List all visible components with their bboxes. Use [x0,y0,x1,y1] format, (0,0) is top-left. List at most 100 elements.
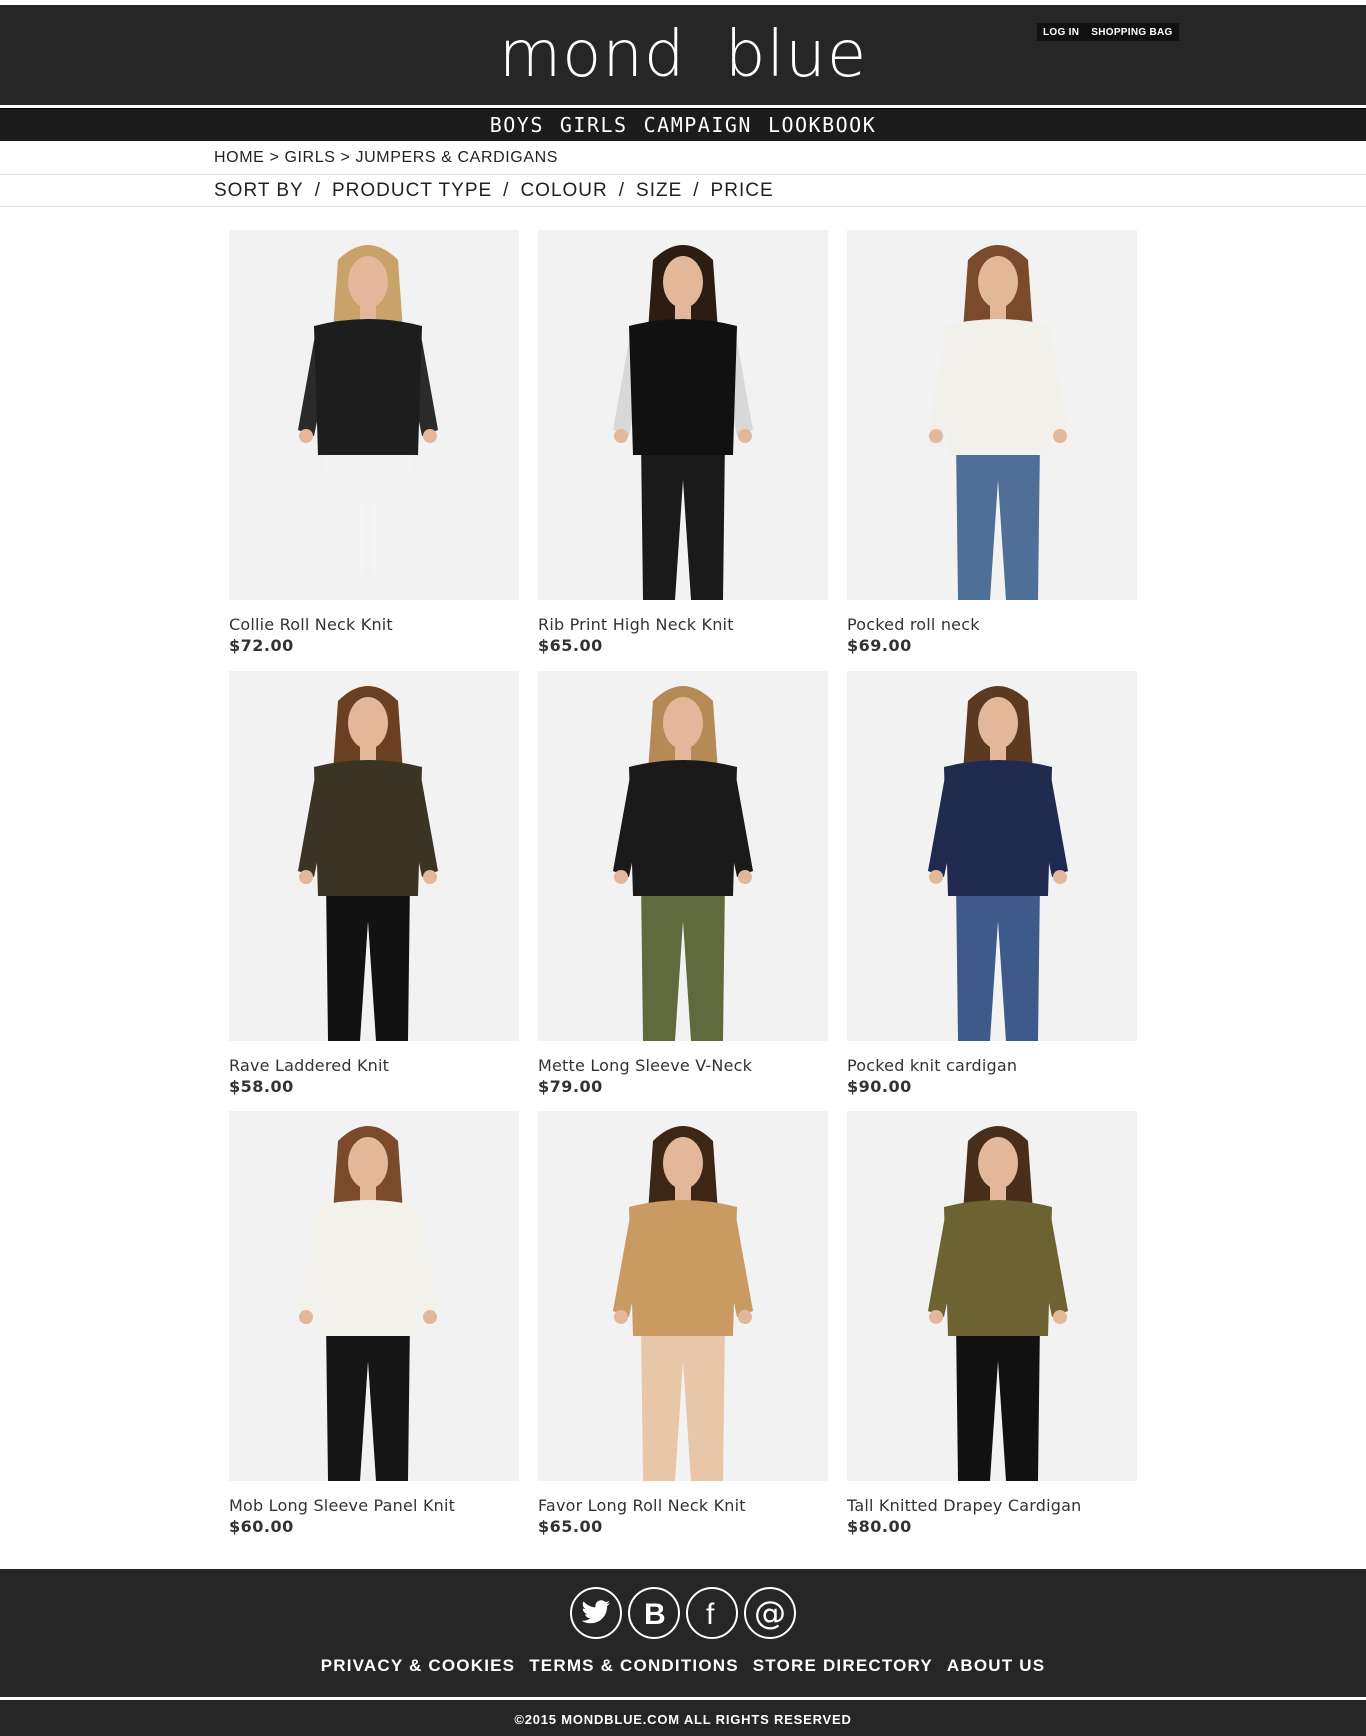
nav-girls[interactable]: GIRLS [560,113,628,137]
model-legs [956,440,1040,600]
privacy-cookies-link[interactable]: PRIVACY & COOKIES [321,1656,516,1676]
model-garment [629,1200,737,1336]
site-header: mond blue LOG IN SHOPPING BAG [0,5,1366,105]
model-head [663,697,703,749]
sort-by-filter[interactable]: SORT BY [214,180,304,202]
product-card[interactable]: Favor Long Roll Neck Knit $65.00 [538,1111,828,1536]
main-nav: BOYS GIRLS CAMPAIGN LOOKBOOK [0,108,1366,141]
shopping-bag-link[interactable]: SHOPPING BAG [1085,23,1178,41]
product-name[interactable]: Tall Knitted Drapey Cardigan [847,1496,1137,1515]
nav-boys[interactable]: BOYS [490,113,544,137]
breadcrumb: HOME > GIRLS > JUMPERS & CARDIGANS [0,141,1366,175]
product-image[interactable] [538,1111,828,1481]
model-right-hand [423,1310,437,1324]
model-right-hand [423,429,437,443]
account-links: LOG IN SHOPPING BAG [1037,23,1179,41]
product-type-filter[interactable]: PRODUCT TYPE [332,180,492,202]
model-photo [928,686,1068,1041]
nav-lookbook[interactable]: LOOKBOOK [768,113,876,137]
model-right-hand [738,870,752,884]
twitter-icon[interactable] [570,1587,622,1639]
blogger-icon[interactable]: B [628,1587,680,1639]
copyright-text: ©2015 MONDBLUE.COM ALL RIGHTS RESERVED [514,1712,852,1727]
model-left-hand [929,429,943,443]
product-name[interactable]: Pocked knit cardigan [847,1056,1137,1075]
product-image[interactable] [847,1111,1137,1481]
product-image[interactable] [847,671,1137,1041]
filter-separator: / [693,179,700,201]
product-image[interactable] [229,230,519,600]
product-card[interactable]: Mette Long Sleeve V-Neck $79.00 [538,671,828,1096]
model-photo [613,686,753,1041]
terms-conditions-link[interactable]: TERMS & CONDITIONS [529,1656,739,1676]
product-image[interactable] [538,671,828,1041]
model-left-hand [614,1310,628,1324]
model-left-hand [614,870,628,884]
product-name[interactable]: Rave Laddered Knit [229,1056,519,1075]
product-name[interactable]: Mob Long Sleeve Panel Knit [229,1496,519,1515]
product-grid: Collie Roll Neck Knit $72.00 Rib Print H… [0,207,1366,1568]
model-garment [314,760,422,896]
breadcrumb-separator: > [340,148,351,166]
product-price: $80.00 [847,1517,912,1536]
svg-text:@: @ [754,1596,786,1630]
breadcrumb-girls[interactable]: GIRLS [284,149,335,167]
model-garment [629,319,737,455]
model-left-hand [299,1310,313,1324]
price-filter[interactable]: PRICE [711,180,774,202]
product-name[interactable]: Collie Roll Neck Knit [229,615,519,634]
model-legs [326,1321,410,1481]
model-head [348,256,388,308]
product-image[interactable] [229,671,519,1041]
model-garment [944,760,1052,896]
footer-divider [0,1697,1366,1700]
product-card[interactable]: Pocked roll neck $69.00 [847,230,1137,655]
product-card[interactable]: Rave Laddered Knit $58.00 [229,671,519,1096]
store-directory-link[interactable]: STORE DIRECTORY [753,1656,933,1676]
product-name[interactable]: Rib Print High Neck Knit [538,615,828,634]
product-image[interactable] [229,1111,519,1481]
model-legs [641,881,725,1041]
model-left-hand [614,429,628,443]
product-card[interactable]: Rib Print High Neck Knit $65.00 [538,230,828,655]
model-legs [956,1321,1040,1481]
product-price: $65.00 [538,1517,603,1536]
product-price: $90.00 [847,1077,912,1096]
svg-text:B: B [644,1598,666,1628]
product-card[interactable]: Tall Knitted Drapey Cardigan $80.00 [847,1111,1137,1536]
svg-text:f: f [706,1598,715,1628]
product-price: $72.00 [229,636,294,655]
product-card[interactable]: Collie Roll Neck Knit $72.00 [229,230,519,655]
breadcrumb-home[interactable]: HOME [214,149,264,167]
nav-campaign[interactable]: CAMPAIGN [644,113,752,137]
product-card[interactable]: Mob Long Sleeve Panel Knit $60.00 [229,1111,519,1536]
about-us-link[interactable]: ABOUT US [947,1656,1045,1676]
product-name[interactable]: Mette Long Sleeve V-Neck [538,1056,828,1075]
model-head [348,697,388,749]
model-left-hand [299,429,313,443]
model-photo [613,245,753,600]
model-photo [928,1126,1068,1481]
model-garment [944,1200,1052,1336]
colour-filter[interactable]: COLOUR [520,180,607,202]
model-garment [314,319,422,455]
product-image[interactable] [847,230,1137,600]
product-card[interactable]: Pocked knit cardigan $90.00 [847,671,1137,1096]
model-garment [314,1200,422,1336]
product-name[interactable]: Favor Long Roll Neck Knit [538,1496,828,1515]
model-head [663,256,703,308]
model-right-hand [1053,1310,1067,1324]
model-left-hand [929,1310,943,1324]
model-head [978,256,1018,308]
model-legs [326,440,410,600]
email-icon[interactable]: @ [744,1587,796,1639]
facebook-icon[interactable]: f [686,1587,738,1639]
product-name[interactable]: Pocked roll neck [847,615,1137,634]
model-photo [298,1126,438,1481]
product-image[interactable] [538,230,828,600]
login-link[interactable]: LOG IN [1037,23,1085,41]
size-filter[interactable]: SIZE [636,180,682,202]
filter-separator: / [314,179,321,201]
model-right-hand [1053,429,1067,443]
filter-separator: / [618,179,626,201]
